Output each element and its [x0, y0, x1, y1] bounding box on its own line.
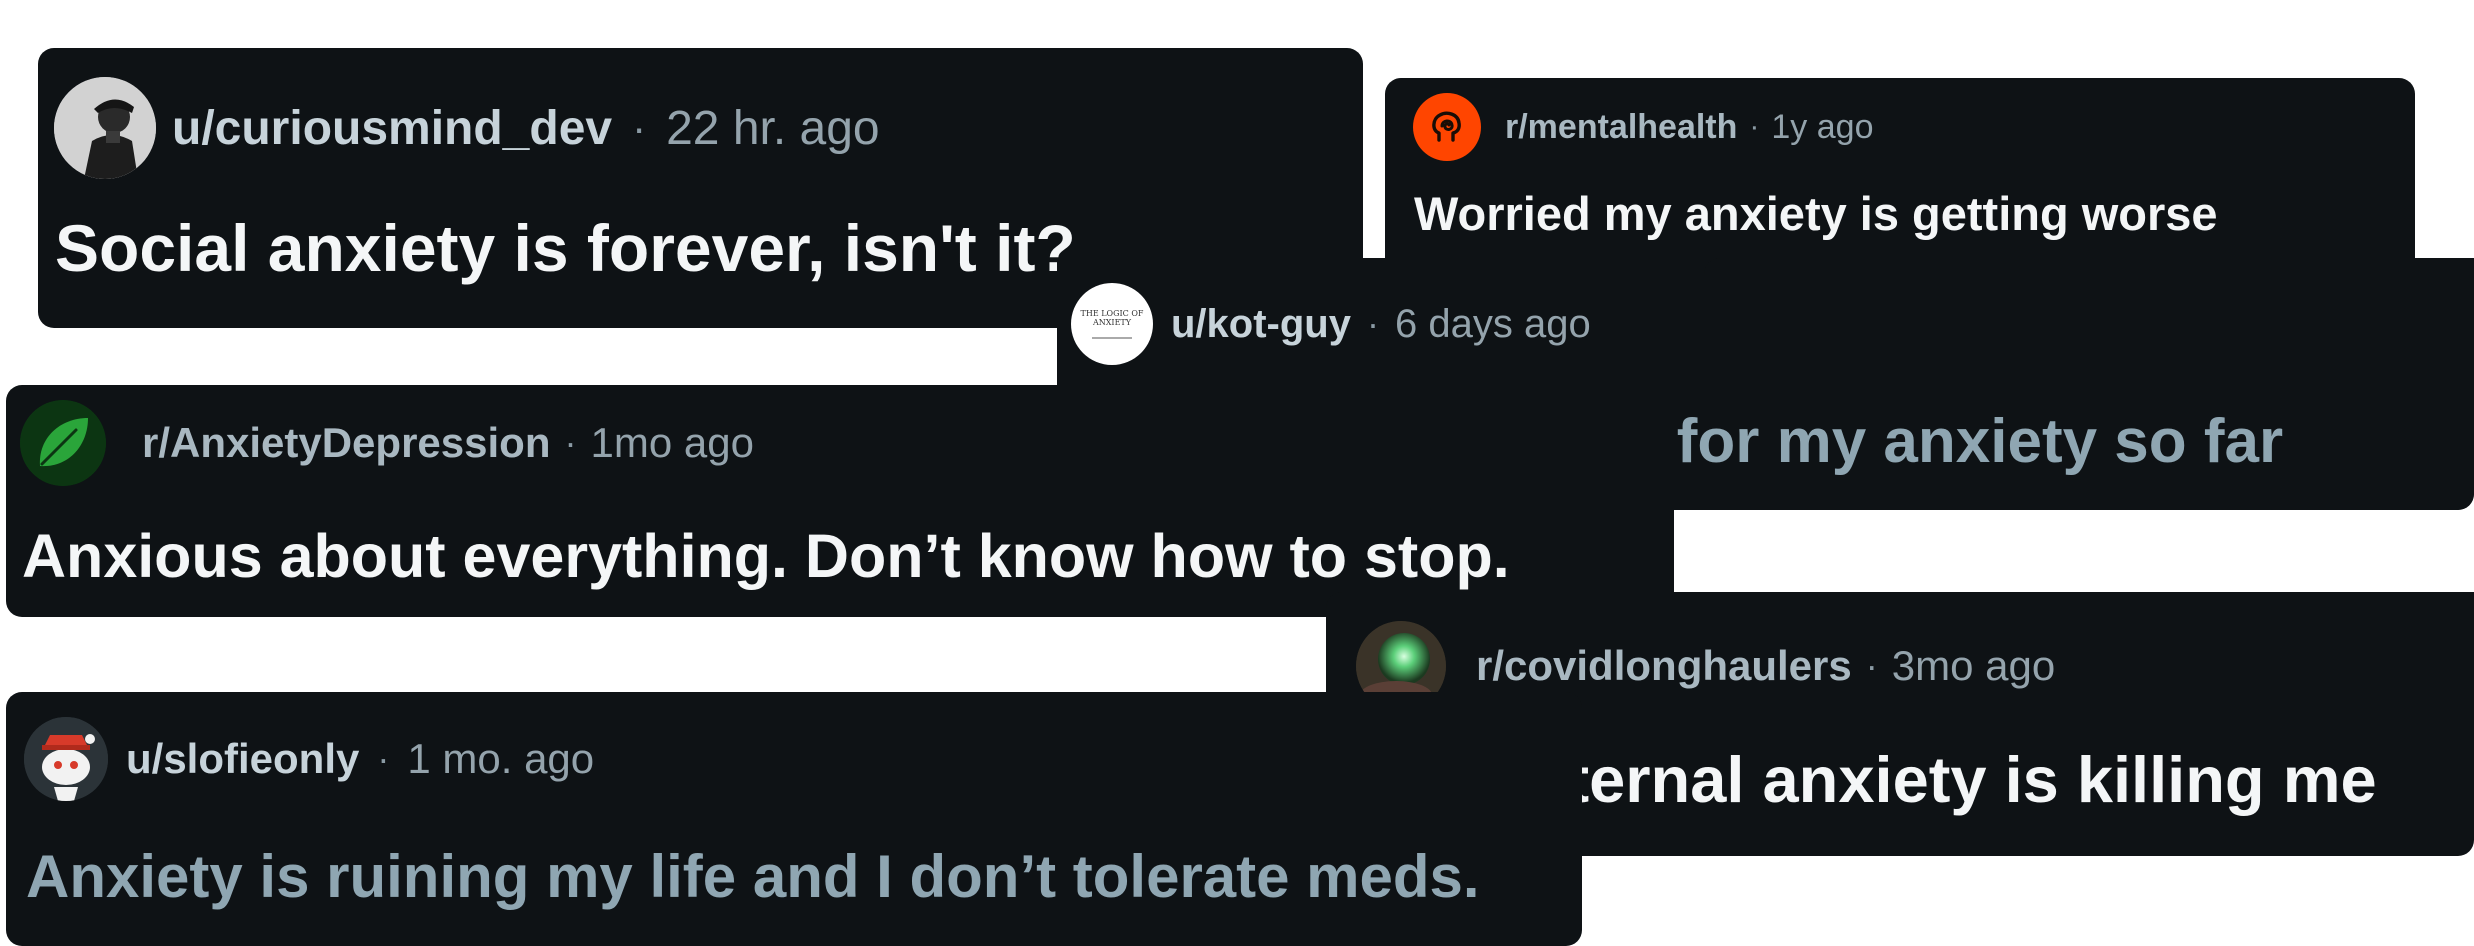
post-time: 1y ago: [1771, 107, 1874, 146]
post-card-anxietydepression[interactable]: r/AnxietyDepression · 1mo ago Anxious ab…: [6, 385, 1674, 617]
post-time: 3mo ago: [1891, 642, 2056, 689]
separator-dot: ·: [1366, 303, 1379, 344]
post-card-mentalhealth[interactable]: r/mentalhealth · 1y ago Worried my anxie…: [1385, 78, 2415, 278]
author-name[interactable]: u/kot-guy: [1171, 302, 1351, 347]
book-cover-icon[interactable]: THE LOGIC OF ANXIETY: [1071, 283, 1153, 365]
avatar-text-line-2: ANXIETY: [1092, 318, 1132, 327]
post-time: 22 hr. ago: [666, 101, 880, 155]
post-title[interactable]: Social anxiety is forever, isn't it?: [55, 210, 1076, 286]
author-name[interactable]: u/curiousmind_dev: [172, 101, 612, 156]
post-meta: u/slofieonly · 1 mo. ago: [24, 716, 594, 802]
post-time: 6 days ago: [1394, 301, 1591, 346]
post-meta: r/AnxietyDepression · 1mo ago: [20, 399, 754, 487]
post-time: 1mo ago: [590, 419, 754, 466]
person-photo-icon[interactable]: [54, 77, 156, 179]
avatar-text-line-1: THE LOGIC OF: [1080, 309, 1144, 318]
subreddit-name[interactable]: r/mentalhealth: [1505, 108, 1737, 147]
snoo-avatar-icon[interactable]: [24, 717, 108, 801]
post-card-slofieonly[interactable]: u/slofieonly · 1 mo. ago Anxiety is ruin…: [6, 692, 1582, 946]
post-title[interactable]: Anxious about everything. Don’t know how…: [22, 521, 1510, 591]
post-title[interactable]: Anxiety is ruining my life and I don’t t…: [26, 842, 1480, 911]
brain-swirl-icon[interactable]: [1413, 93, 1481, 161]
subreddit-name[interactable]: r/AnxietyDepression: [142, 419, 550, 467]
post-meta: THE LOGIC OF ANXIETY u/kot-guy · 6 days …: [1071, 282, 1591, 366]
post-time: 1 mo. ago: [407, 735, 595, 782]
post-title[interactable]: Worried my anxiety is getting worse: [1414, 186, 2218, 241]
leaf-icon[interactable]: [20, 400, 106, 486]
separator-dot: ·: [377, 738, 390, 779]
post-meta: u/curiousmind_dev · 22 hr. ago: [54, 76, 880, 180]
separator-dot: ·: [1749, 110, 1760, 143]
post-meta: r/mentalhealth · 1y ago: [1413, 92, 1873, 162]
separator-dot: ·: [564, 422, 577, 463]
separator-dot: ·: [1865, 645, 1878, 686]
author-name[interactable]: u/slofieonly: [126, 735, 359, 783]
subreddit-name[interactable]: r/covidlonghaulers: [1476, 642, 1852, 690]
separator-dot: ·: [632, 104, 647, 151]
